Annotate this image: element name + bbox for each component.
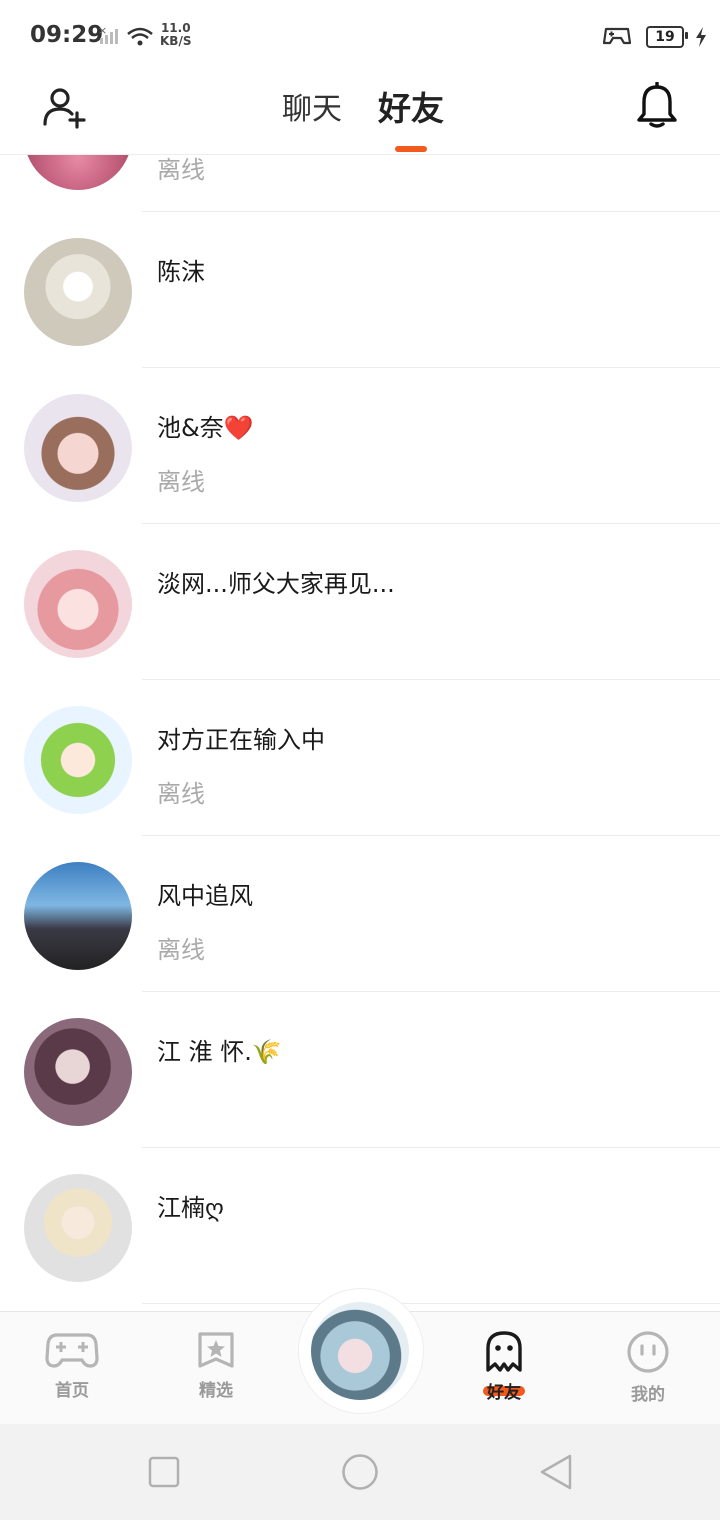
center-avatar-button[interactable]	[311, 1302, 409, 1400]
star-bookmark-icon	[198, 1332, 234, 1368]
add-user-icon[interactable]	[40, 84, 88, 132]
friend-avatar	[24, 706, 132, 814]
tab-friends[interactable]: 好友	[378, 82, 444, 130]
friend-avatar	[24, 155, 132, 190]
friend-name: 淡网...师父大家再见...	[157, 570, 395, 598]
friend-list[interactable]: 离线 陈沫 池&奈❤️ 离线 淡网...师父大家再见... 对方正在输入中 离线…	[0, 155, 720, 1310]
tab-friends-bottom-label: 好友	[487, 1383, 521, 1403]
tab-active-indicator	[395, 146, 427, 152]
friend-name: 江 淮 怀.🌾	[157, 1038, 282, 1066]
friend-status: 离线	[157, 468, 205, 496]
ghost-icon	[486, 1331, 522, 1372]
friend-status: 离线	[157, 936, 205, 964]
friend-name: 风中追风	[157, 882, 253, 910]
tab-friends-bottom[interactable]: 好友	[459, 1330, 549, 1403]
battery-tip	[685, 32, 688, 39]
friend-row[interactable]: 风中追风 离线	[0, 836, 720, 992]
friend-row[interactable]: 陈沫	[0, 212, 720, 368]
gamepad-icon	[45, 1333, 99, 1368]
friend-avatar	[24, 862, 132, 970]
row-divider	[142, 1303, 720, 1304]
smiley-face-icon	[627, 1331, 669, 1373]
tab-home[interactable]: 首页	[27, 1330, 117, 1401]
friend-row[interactable]: 江楠ღ	[0, 1148, 720, 1304]
tab-featured-label: 精选	[199, 1381, 233, 1401]
friend-status: 离线	[157, 156, 205, 184]
friend-avatar	[24, 1174, 132, 1282]
friend-name: 池&奈❤️	[157, 414, 254, 442]
friend-name: 陈沫	[157, 258, 205, 286]
signal-wifi-icon: ×	[98, 24, 153, 46]
game-mode-icon	[602, 27, 632, 45]
friend-row[interactable]: 江 淮 怀.🌾	[0, 992, 720, 1148]
friend-avatar	[24, 550, 132, 658]
system-navigation-bar	[0, 1424, 720, 1520]
friend-row[interactable]: 淡网...师父大家再见...	[0, 524, 720, 680]
net-speed-unit: KB/S	[160, 34, 192, 48]
friend-avatar	[24, 238, 132, 346]
back-icon[interactable]	[538, 1453, 574, 1491]
friend-row[interactable]: 对方正在输入中 离线	[0, 680, 720, 836]
status-time: 09:29	[30, 22, 104, 48]
home-icon[interactable]	[341, 1453, 379, 1491]
bell-icon[interactable]	[634, 82, 680, 130]
friend-name: 对方正在输入中	[157, 726, 325, 754]
recent-apps-icon[interactable]	[148, 1456, 180, 1488]
friend-row[interactable]: 池&奈❤️ 离线	[0, 368, 720, 524]
friend-status: 离线	[157, 780, 205, 808]
friend-avatar	[24, 1018, 132, 1126]
tab-featured[interactable]: 精选	[171, 1330, 261, 1401]
tab-chat[interactable]: 聊天	[282, 84, 342, 128]
tab-home-label: 首页	[55, 1381, 89, 1401]
status-bar: 09:29 × 11.0 KB/S 19	[0, 0, 720, 72]
friend-avatar	[24, 394, 132, 502]
tab-mine-label: 我的	[631, 1385, 665, 1405]
net-speed: 11.0 KB/S	[160, 22, 191, 48]
top-header: 聊天 好友	[0, 72, 720, 155]
charging-icon	[696, 27, 706, 47]
friend-name: 江楠ღ	[157, 1194, 224, 1222]
battery-icon: 19	[646, 26, 684, 48]
tab-mine[interactable]: 我的	[603, 1330, 693, 1405]
friend-row[interactable]: 离线	[0, 155, 720, 212]
